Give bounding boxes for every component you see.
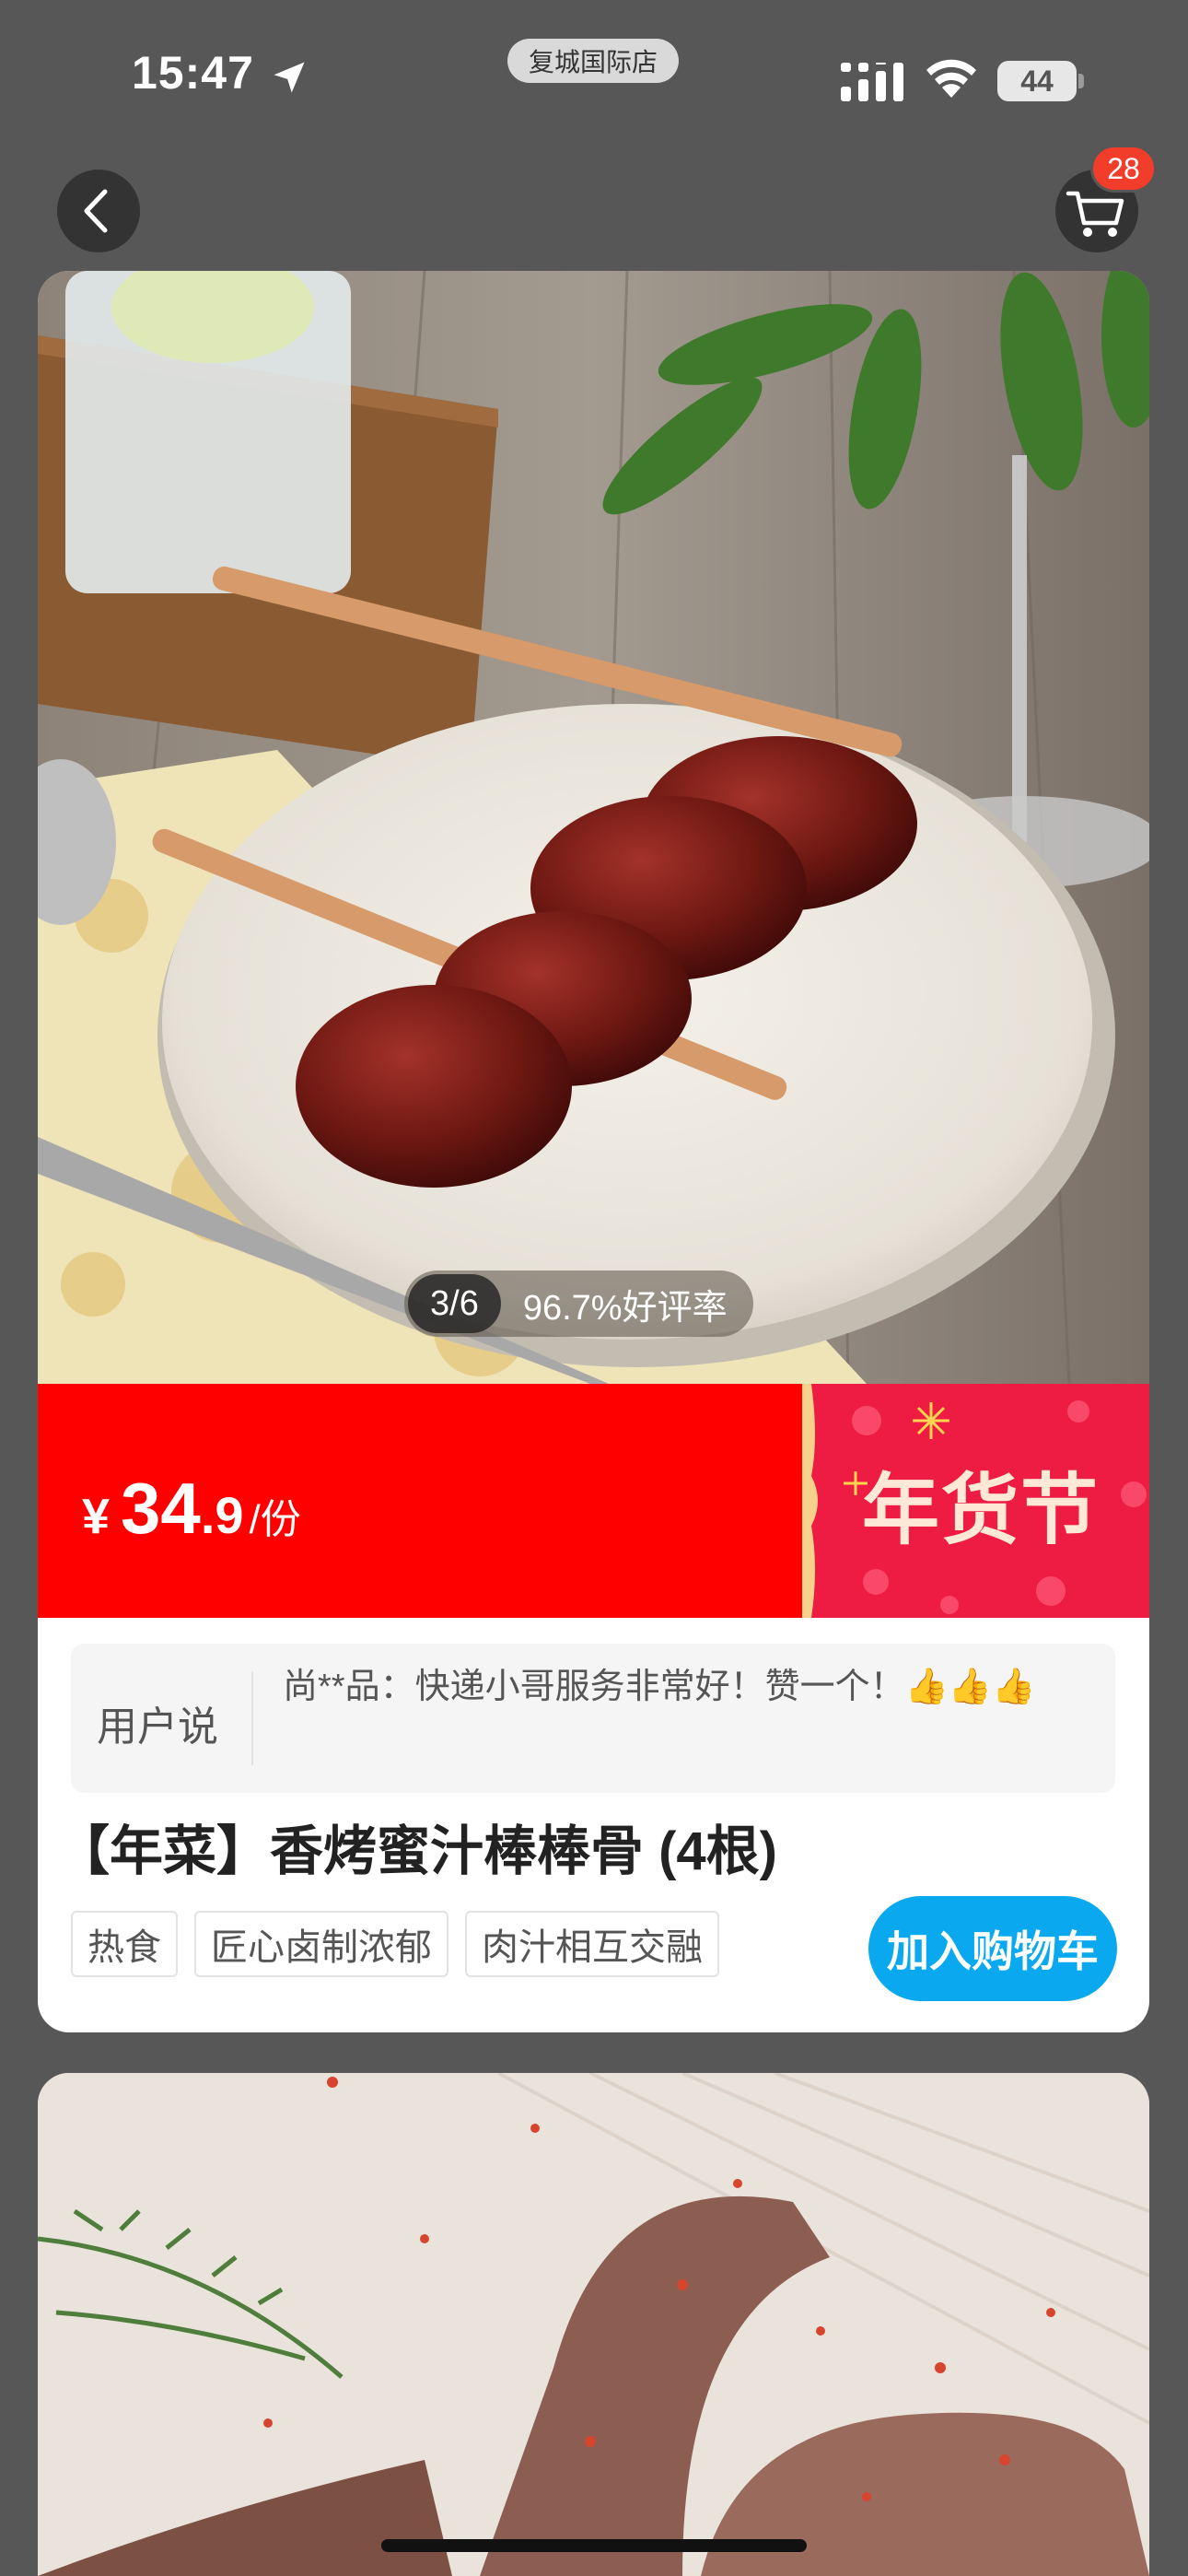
chevron-left-icon <box>84 189 108 233</box>
add-to-cart-button[interactable]: 加入购物车 <box>868 1896 1117 2001</box>
status-bar: 15:47 复城国际店 44 <box>0 0 1188 138</box>
home-indicator <box>381 2539 807 2552</box>
tag-braised: 匠心卤制浓郁 <box>194 1911 448 1977</box>
price-bar: ¥ 34 .9 /份 年货节 <box>38 1384 1149 1618</box>
battery-indicator: 44 <box>997 61 1077 101</box>
currency-symbol: ¥ <box>82 1489 111 1544</box>
review-divider <box>251 1671 253 1765</box>
price-integer: 34 <box>121 1468 201 1549</box>
product-tags: 热食 匠心卤制浓郁 肉汁相互交融 <box>71 1911 719 1977</box>
product-card[interactable]: 3/6 96.7%好评率 ¥ 34 .9 /份 年货节 用户说 尚**品：快递小… <box>38 271 1149 2032</box>
cart-count-badge: 28 <box>1090 145 1157 193</box>
user-review[interactable]: 用户说 尚**品：快递小哥服务非常好！赞一个！👍👍👍 <box>71 1644 1115 1793</box>
price-unit: /份 <box>249 1497 301 1542</box>
rating-text: 96.7%好评率 <box>522 1288 728 1328</box>
photo-caption: 3/6 96.7%好评率 <box>404 1270 753 1337</box>
battery-tip <box>1078 74 1084 88</box>
product-image <box>38 271 1149 1384</box>
product-title: 【年菜】香烤蜜汁棒棒骨 (4根) <box>56 1821 778 1881</box>
image-counter: 3/6 <box>408 1274 501 1333</box>
review-label: 用户说 <box>97 1704 218 1750</box>
product-card-2[interactable] <box>38 2073 1149 2576</box>
product-photo[interactable]: 3/6 96.7%好评率 <box>38 271 1149 1384</box>
tag-hot-food: 热食 <box>71 1911 178 1977</box>
tag-juicy: 肉汁相互交融 <box>465 1911 719 1977</box>
location-arrow-icon <box>274 62 305 93</box>
wifi-icon <box>926 59 976 98</box>
product-image-2 <box>38 2073 1149 2576</box>
cellular-signal-icon <box>841 63 903 101</box>
price: ¥ 34 .9 /份 <box>82 1467 301 1551</box>
review-text: 尚**品：快递小哥服务非常好！赞一个！👍👍👍 <box>283 1668 1036 1706</box>
festival-label: 年货节 <box>862 1465 1101 1555</box>
back-button[interactable] <box>57 170 140 252</box>
price-decimal: .9 <box>200 1486 244 1544</box>
store-name-pill[interactable]: 复城国际店 <box>507 39 679 83</box>
status-time: 15:47 <box>132 47 254 99</box>
